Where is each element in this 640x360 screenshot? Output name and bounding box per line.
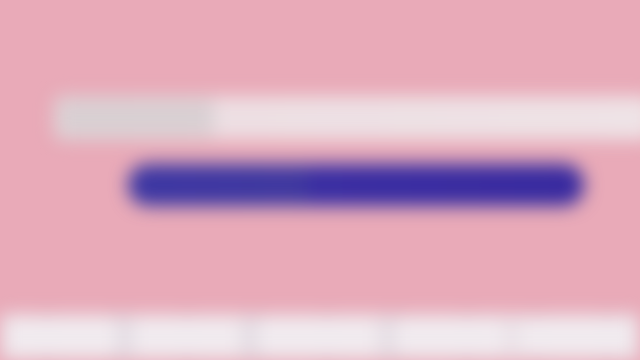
footer-item[interactable] [520,318,634,356]
footer-item[interactable] [134,318,240,356]
field-label [64,103,214,131]
footer-item[interactable] [394,318,504,356]
footer-item[interactable] [256,318,376,356]
primary-button[interactable] [128,164,584,206]
blurred-screen [0,0,640,360]
footer-item[interactable] [6,318,118,356]
